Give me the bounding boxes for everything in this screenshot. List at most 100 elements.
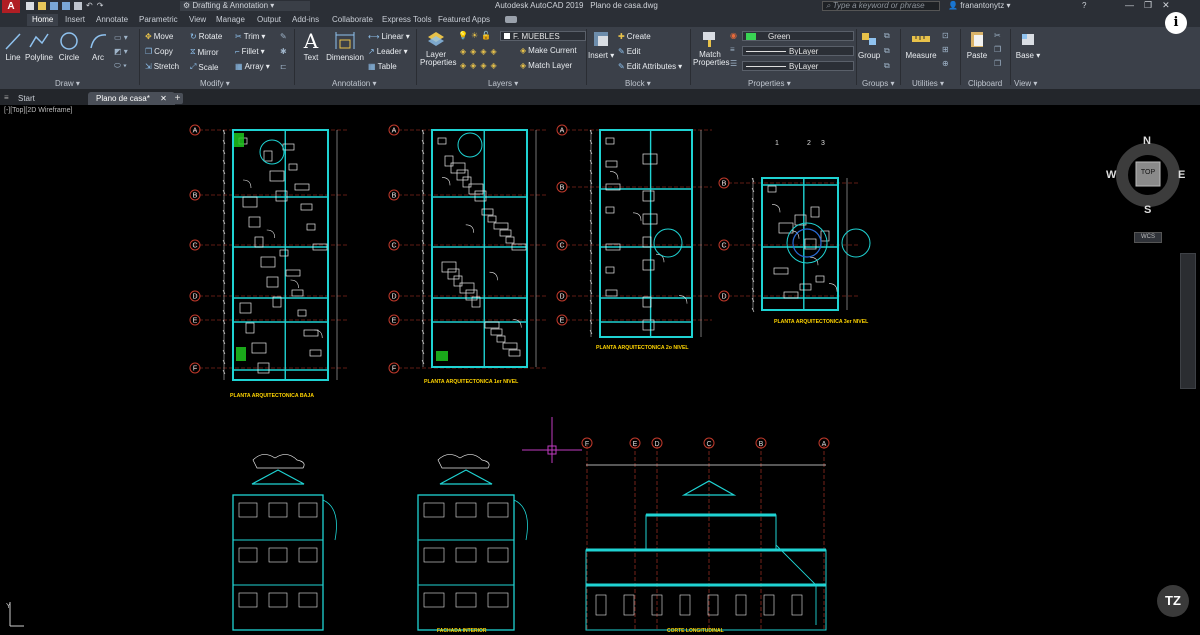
- move-button[interactable]: ✥ Move: [145, 32, 173, 41]
- viewcube[interactable]: TOP N S W E: [1106, 135, 1185, 216]
- id-point-icon[interactable]: ⊕: [942, 59, 949, 68]
- linetype-dropdown[interactable]: ByLayer: [742, 46, 854, 56]
- layer-off-icon[interactable]: ◈: [470, 47, 476, 56]
- group-select-icon[interactable]: ⧉: [884, 61, 890, 71]
- close-icon[interactable]: ✕: [1162, 0, 1170, 11]
- layer-lock-icon[interactable]: ◈: [490, 47, 496, 56]
- clipboard-panel-label[interactable]: Clipboard: [968, 79, 1002, 88]
- layer-on-icon[interactable]: ◈: [470, 61, 476, 70]
- layer-dropdown[interactable]: F. MUEBLES: [500, 31, 586, 41]
- explode-icon[interactable]: ✱: [280, 47, 287, 56]
- copy-base-icon[interactable]: ❐: [994, 59, 1001, 68]
- navigation-bar[interactable]: [1180, 253, 1196, 389]
- edit-block-button[interactable]: ✎ Edit: [618, 47, 641, 56]
- view-panel-label[interactable]: View ▾: [1014, 79, 1037, 88]
- tab-annotate[interactable]: Annotate: [91, 14, 133, 26]
- edit-attributes-button[interactable]: ✎ Edit Attributes ▾: [618, 62, 682, 71]
- rotate-button[interactable]: ↻ Rotate: [190, 32, 222, 41]
- erase-icon[interactable]: ✎: [280, 32, 287, 41]
- lineweight-dropdown[interactable]: ByLayer: [742, 61, 854, 71]
- layers-panel-label[interactable]: Layers ▾: [488, 79, 518, 88]
- linear-button[interactable]: ⟷ Linear ▾: [368, 32, 410, 41]
- search-input[interactable]: ⌕ Type a keyword or phrase: [822, 1, 940, 11]
- dimension-button[interactable]: Dimension: [326, 31, 364, 62]
- quick-select-icon[interactable]: ⊡: [942, 31, 949, 40]
- scale-button[interactable]: ⤢ Scale: [190, 62, 218, 72]
- start-tab[interactable]: Start: [10, 92, 43, 105]
- info-icon[interactable]: i: [1165, 12, 1187, 34]
- match-layer-button[interactable]: ◈ Match Layer: [520, 61, 572, 70]
- light-bulb-icon[interactable]: 💡: [458, 31, 468, 40]
- sun-icon[interactable]: ☀: [471, 31, 478, 40]
- redo-icon[interactable]: ↷: [97, 2, 104, 10]
- copy-clip-icon[interactable]: ❐: [994, 45, 1001, 54]
- new-tab-button[interactable]: +: [172, 93, 183, 104]
- trim-button[interactable]: ✂ Trim ▾: [235, 32, 265, 41]
- color-dropdown[interactable]: Green: [742, 31, 854, 41]
- print-icon[interactable]: [74, 2, 82, 10]
- user-account[interactable]: 👤 franantonytz ▾: [948, 1, 1010, 10]
- saveas-icon[interactable]: [62, 2, 70, 10]
- layer-unlock-icon[interactable]: ◈: [490, 61, 496, 70]
- unlock-icon[interactable]: 🔓: [481, 31, 491, 40]
- stretch-button[interactable]: ⇲ Stretch: [145, 62, 179, 71]
- utilities-panel-label[interactable]: Utilities ▾: [912, 79, 944, 88]
- color-wheel-icon[interactable]: ◉: [730, 31, 737, 40]
- group-edit-icon[interactable]: ⧉: [884, 46, 890, 56]
- layer-properties-button[interactable]: Layer Properties: [418, 29, 456, 67]
- compass-west[interactable]: W: [1106, 169, 1116, 181]
- save-icon[interactable]: [50, 2, 58, 10]
- annotation-panel-label[interactable]: Annotation ▾: [332, 79, 377, 88]
- tab-manage[interactable]: Manage: [211, 14, 250, 26]
- make-current-button[interactable]: ◈ Make Current: [520, 46, 577, 55]
- lineweight-icon[interactable]: ☰: [730, 59, 737, 68]
- compass-east[interactable]: E: [1178, 169, 1185, 181]
- tab-output[interactable]: Output: [252, 14, 286, 26]
- ribbon-options-icon[interactable]: [505, 16, 517, 23]
- tab-view[interactable]: View: [184, 14, 211, 26]
- layer-isolate-icon[interactable]: ◈: [460, 47, 466, 56]
- mirror-button[interactable]: ⧖ Mirror: [190, 47, 219, 57]
- layer-thaw-icon[interactable]: ◈: [480, 61, 486, 70]
- circle-button[interactable]: Circle: [56, 31, 82, 62]
- group-button[interactable]: Group: [858, 29, 880, 60]
- compass-south[interactable]: S: [1144, 204, 1151, 216]
- tab-featured-apps[interactable]: Featured Apps: [433, 14, 495, 26]
- paste-button[interactable]: Paste: [964, 29, 990, 60]
- wcs-menu[interactable]: WCS: [1134, 232, 1162, 243]
- drawing-canvas[interactable]: [-][Top][2D Wireframe] ABCDEFABCDEFABCDE…: [0, 105, 1200, 635]
- array-button[interactable]: ▦ Array ▾: [235, 62, 270, 71]
- table-button[interactable]: ▦ Table: [368, 62, 397, 71]
- viewcube-top-face[interactable]: TOP: [1136, 169, 1160, 176]
- tab-addins[interactable]: Add-ins: [287, 14, 324, 26]
- compass-north[interactable]: N: [1143, 135, 1151, 147]
- menu-icon[interactable]: ≡: [4, 93, 9, 102]
- undo-icon[interactable]: ↶: [86, 2, 93, 10]
- ellipse-icon[interactable]: ⬭ ▾: [114, 61, 128, 71]
- linetype-icon[interactable]: ≡: [730, 45, 737, 54]
- copy-button[interactable]: ❐ Copy: [145, 47, 173, 56]
- insert-button[interactable]: Insert ▾: [588, 29, 614, 60]
- modify-panel-label[interactable]: Modify ▾: [200, 79, 230, 88]
- tab-insert[interactable]: Insert: [60, 14, 90, 26]
- leader-button[interactable]: ↗ Leader ▾: [368, 47, 408, 56]
- text-button[interactable]: A Text: [298, 29, 324, 62]
- ungroup-icon[interactable]: ⧉: [884, 31, 890, 41]
- properties-panel-label[interactable]: Properties ▾: [748, 79, 791, 88]
- base-button[interactable]: Base ▾: [1015, 29, 1041, 60]
- polyline-button[interactable]: Polyline: [24, 31, 54, 62]
- close-tab-icon[interactable]: ✕: [160, 94, 167, 103]
- rectangle-icon[interactable]: ▭ ▾: [114, 33, 128, 42]
- fillet-button[interactable]: ⌐ Fillet ▾: [235, 47, 265, 56]
- hatch-icon[interactable]: ◩ ▾: [114, 47, 128, 56]
- tab-home[interactable]: Home: [27, 14, 59, 26]
- calculator-icon[interactable]: ⊞: [942, 45, 949, 54]
- arc-button[interactable]: Arc: [86, 31, 110, 62]
- app-menu-button[interactable]: A: [2, 0, 20, 13]
- tab-collaborate[interactable]: Collaborate: [327, 14, 378, 26]
- line-button[interactable]: Line: [3, 31, 23, 62]
- tab-express-tools[interactable]: Express Tools: [377, 14, 437, 26]
- match-properties-button[interactable]: Match Properties: [692, 29, 729, 67]
- create-block-button[interactable]: ✚ Create: [618, 32, 651, 41]
- open-icon[interactable]: [38, 2, 46, 10]
